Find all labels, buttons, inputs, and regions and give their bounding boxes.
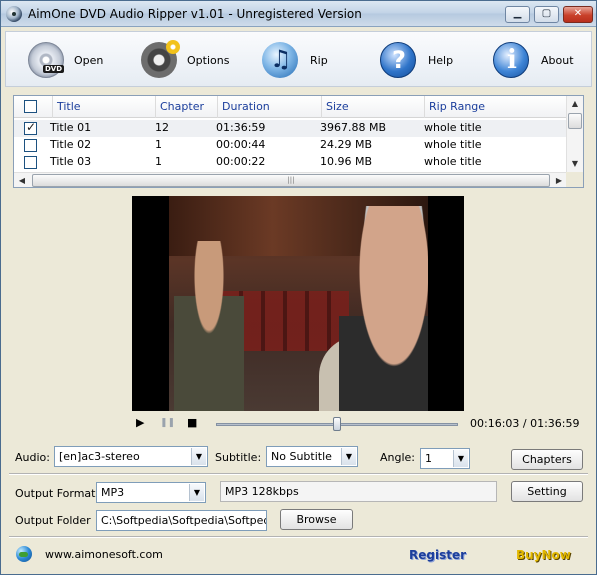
player-controls: ▶ ❚❚ ■ 00:16:03 / 01:36:59 <box>132 414 582 434</box>
angle-label: Angle: <box>380 451 416 464</box>
browse-button[interactable]: Browse <box>280 509 353 530</box>
about-label: About <box>541 53 574 67</box>
dvd-disc-icon <box>28 42 65 78</box>
help-button[interactable]: Help <box>380 39 453 81</box>
options-button[interactable]: Options <box>141 39 229 81</box>
scene-person-left <box>174 241 244 411</box>
separator <box>9 473 588 475</box>
row-rip-range[interactable]: whole title <box>424 138 482 151</box>
horizontal-scrollbar[interactable]: ◀ ||| ▶ <box>14 172 567 187</box>
title-bar[interactable]: AimOne DVD Audio Ripper v1.01 - Unregist… <box>1 1 596 27</box>
subtitle-select[interactable]: No Subtitle ▼ <box>266 446 358 467</box>
column-rip-range[interactable]: Rip Range <box>424 96 567 118</box>
maximize-button[interactable]: ▢ <box>534 6 559 23</box>
row-rip-range[interactable]: whole title <box>424 121 482 134</box>
toolbar: Open Options Rip Help About <box>5 31 592 87</box>
seek-slider-knob[interactable] <box>333 417 341 431</box>
row-title: Title 03 <box>50 155 92 168</box>
chevron-down-icon: ▼ <box>189 484 204 501</box>
column-size[interactable]: Size <box>321 96 424 118</box>
row-duration: 01:36:59 <box>216 121 266 134</box>
help-icon <box>380 42 416 78</box>
open-button[interactable]: Open <box>28 39 103 81</box>
format-quality-field: MP3 128kbps <box>220 481 497 502</box>
register-link[interactable]: Register <box>409 548 466 562</box>
row-title: Title 02 <box>50 138 92 151</box>
row-size: 3967.88 MB <box>320 121 387 134</box>
chevron-down-icon: ▼ <box>191 448 206 465</box>
info-icon <box>493 42 529 78</box>
output-format-label: Output Format <box>15 487 96 500</box>
buynow-link[interactable]: BuyNow <box>516 548 571 562</box>
video-preview <box>132 196 464 411</box>
row-checkbox[interactable] <box>24 120 37 135</box>
column-chapter[interactable]: Chapter <box>155 96 215 118</box>
row-chapter: 1 <box>155 138 162 151</box>
pause-icon[interactable]: ❚❚ <box>160 418 175 428</box>
output-format-value: MP3 <box>101 486 125 499</box>
output-format-select[interactable]: MP3 ▼ <box>96 482 206 503</box>
rip-label: Rip <box>310 53 328 67</box>
rip-button[interactable]: Rip <box>262 39 328 81</box>
table-row[interactable]: Title 03 1 00:00:22 10.96 MB whole title <box>14 154 567 171</box>
titles-list-header: Title Chapter Duration Size Rip Range <box>14 96 567 118</box>
select-all-checkbox[interactable] <box>24 100 37 113</box>
row-checkbox[interactable] <box>24 156 37 169</box>
app-window: AimOne DVD Audio Ripper v1.01 - Unregist… <box>0 0 597 575</box>
angle-select[interactable]: 1 ▼ <box>420 448 470 469</box>
gear-icon <box>141 40 180 78</box>
help-label: Help <box>428 53 454 67</box>
scene-person-right <box>339 206 428 411</box>
scroll-down-arrow-icon[interactable]: ▼ <box>567 156 583 172</box>
scroll-up-arrow-icon[interactable]: ▲ <box>567 96 583 112</box>
window-title: AimOne DVD Audio Ripper v1.01 - Unregist… <box>28 7 362 21</box>
globe-icon <box>16 546 32 562</box>
output-folder-input[interactable]: C:\Softpedia\Softpedia\Softpedia <box>96 510 267 531</box>
table-row[interactable]: Title 02 1 00:00:44 24.29 MB whole title <box>14 137 567 154</box>
chevron-down-icon: ▼ <box>453 450 468 467</box>
row-checkbox[interactable] <box>24 139 37 152</box>
row-duration: 00:00:44 <box>216 138 266 151</box>
audio-select[interactable]: [en]ac3-stereo ▼ <box>54 446 208 467</box>
output-folder-label: Output Folder <box>15 514 91 527</box>
row-size: 24.29 MB <box>320 138 373 151</box>
column-duration[interactable]: Duration <box>217 96 321 118</box>
scroll-right-arrow-icon[interactable]: ▶ <box>551 173 567 187</box>
stop-icon[interactable]: ■ <box>187 416 197 429</box>
titles-list: Title Chapter Duration Size Rip Range Ti… <box>13 95 584 188</box>
playback-time: 00:16:03 / 01:36:59 <box>470 417 580 430</box>
chapters-button[interactable]: Chapters <box>511 449 583 470</box>
video-frame-image <box>169 196 428 411</box>
table-row[interactable]: Title 01 12 01:36:59 3967.88 MB whole ti… <box>14 120 567 137</box>
scroll-left-arrow-icon[interactable]: ◀ <box>14 173 30 187</box>
minimize-button[interactable]: ▁ <box>505 6 530 23</box>
angle-select-value: 1 <box>425 452 432 465</box>
close-button[interactable]: ✕ <box>563 6 593 23</box>
audio-select-value: [en]ac3-stereo <box>59 450 140 463</box>
horizontal-scroll-thumb[interactable]: ||| <box>32 174 550 187</box>
row-chapter: 12 <box>155 121 169 134</box>
about-button[interactable]: About <box>493 39 574 81</box>
row-duration: 00:00:22 <box>216 155 266 168</box>
subtitle-select-value: No Subtitle <box>271 450 332 463</box>
setting-button[interactable]: Setting <box>511 481 583 502</box>
row-rip-range[interactable]: whole title <box>424 155 482 168</box>
chevron-down-icon: ▼ <box>341 448 356 465</box>
audio-label: Audio: <box>15 451 50 464</box>
website-link[interactable]: www.aimonesoft.com <box>45 548 163 561</box>
dvd-app-icon <box>6 6 22 22</box>
separator <box>9 536 588 538</box>
vertical-scroll-thumb[interactable] <box>568 113 582 129</box>
scrollbar-corner <box>566 172 583 187</box>
open-label: Open <box>74 53 104 67</box>
row-title: Title 01 <box>50 121 92 134</box>
options-label: Options <box>187 53 230 67</box>
row-size: 10.96 MB <box>320 155 373 168</box>
play-icon[interactable]: ▶ <box>136 416 144 429</box>
subtitle-label: Subtitle: <box>215 451 262 464</box>
column-title[interactable]: Title <box>52 96 155 118</box>
row-chapter: 1 <box>155 155 162 168</box>
music-note-icon <box>262 42 298 78</box>
vertical-scrollbar[interactable]: ▲ ▼ <box>566 96 583 172</box>
